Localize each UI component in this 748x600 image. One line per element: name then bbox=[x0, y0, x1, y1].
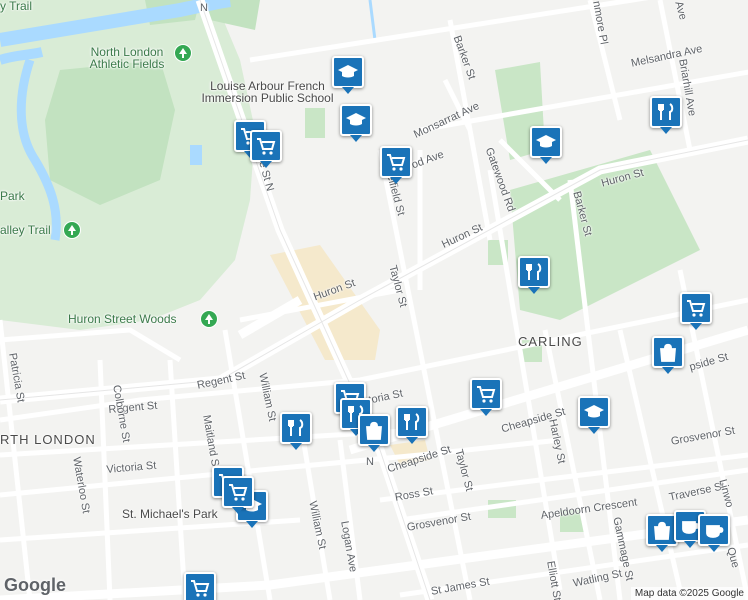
park-icon[interactable] bbox=[174, 44, 192, 62]
shopping-bag-icon[interactable] bbox=[652, 336, 684, 374]
map-canvas[interactable]: y Trail North London Athletic Fields Lou… bbox=[0, 0, 748, 600]
shopping-cart-icon[interactable] bbox=[470, 378, 502, 416]
shopping-cart-icon[interactable] bbox=[380, 146, 412, 184]
label-athletic-fields: North London Athletic Fields bbox=[89, 45, 165, 71]
shopping-bag-icon[interactable] bbox=[358, 414, 390, 452]
shopping-cart-icon[interactable] bbox=[184, 572, 216, 600]
map-attribution[interactable]: Map data ©2025 Google bbox=[630, 587, 748, 600]
street-richmond-n: N bbox=[200, 2, 208, 14]
label-carling: CARLING bbox=[518, 334, 583, 349]
trail-icon[interactable] bbox=[63, 221, 81, 239]
shopping-cart-icon[interactable] bbox=[680, 292, 712, 330]
shopping-cart-icon[interactable] bbox=[222, 476, 254, 514]
restaurant-icon[interactable] bbox=[650, 96, 682, 134]
label-north-london: RTH LONDON bbox=[0, 432, 96, 447]
restaurant-icon[interactable] bbox=[280, 412, 312, 450]
woods-icon[interactable] bbox=[200, 310, 218, 328]
label-huron-street-woods: Huron Street Woods bbox=[68, 312, 177, 326]
label-trail: y Trail bbox=[0, 0, 33, 13]
map-base bbox=[0, 0, 748, 600]
restaurant-icon[interactable] bbox=[396, 406, 428, 444]
shopping-cart-icon[interactable] bbox=[250, 130, 282, 168]
label-louise-arbour-school: Louise Arbour French Immersion Public Sc… bbox=[201, 79, 334, 105]
cafe-icon[interactable] bbox=[698, 514, 730, 552]
google-logo: Google bbox=[4, 575, 66, 595]
school-icon[interactable] bbox=[578, 396, 610, 434]
label-park: Park bbox=[0, 189, 25, 203]
school-icon[interactable] bbox=[530, 126, 562, 164]
street-richmond-n: N bbox=[366, 456, 374, 468]
school-icon[interactable] bbox=[340, 104, 372, 142]
restaurant-icon[interactable] bbox=[518, 256, 550, 294]
label-st-michaels-park: St. Michael's Park bbox=[122, 507, 218, 521]
label-valley-trail: alley Trail bbox=[0, 223, 51, 237]
school-icon[interactable] bbox=[332, 56, 364, 94]
